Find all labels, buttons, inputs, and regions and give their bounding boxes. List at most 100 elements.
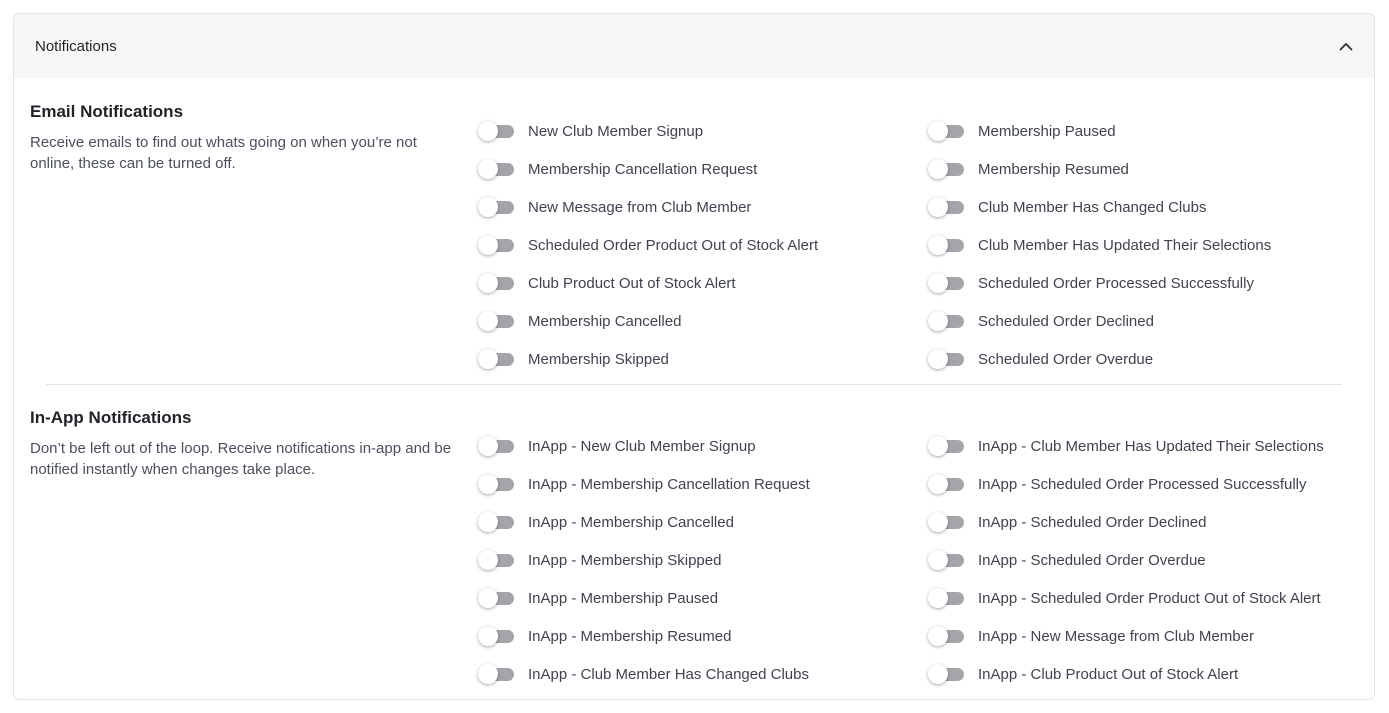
notification-toggle-row[interactable]: InApp - Club Member Has Changed Clubs — [478, 655, 928, 693]
toggle-label: Club Member Has Updated Their Selections — [978, 236, 1272, 254]
email-section-description: Receive emails to find out whats going o… — [30, 134, 417, 172]
toggle-label: InApp - Membership Paused — [528, 589, 719, 607]
notification-toggle-row[interactable]: Membership Cancellation Request — [478, 150, 928, 188]
notification-toggle-row[interactable]: Club Member Has Changed Clubs — [928, 188, 1374, 226]
panel-title: Notifications — [35, 37, 117, 55]
toggle-knob — [928, 197, 948, 217]
email-section-title: Email Notifications — [30, 102, 184, 121]
toggle-switch[interactable] — [478, 588, 516, 608]
toggle-switch[interactable] — [928, 474, 966, 494]
notification-toggle-row[interactable]: New Message from Club Member — [478, 188, 928, 226]
email-toggle-column-right: Membership Paused Membership Resumed Club … — [928, 78, 1374, 384]
notification-toggle-row[interactable]: New Club Member Signup — [478, 112, 928, 150]
toggle-knob — [478, 311, 498, 331]
toggle-switch[interactable] — [478, 121, 516, 141]
toggle-knob — [928, 626, 948, 646]
toggle-knob — [478, 436, 498, 456]
inapp-section-title: In-App Notifications — [30, 408, 192, 427]
notification-toggle-row[interactable]: Membership Paused — [928, 112, 1374, 150]
notification-toggle-row[interactable]: Membership Resumed — [928, 150, 1374, 188]
toggle-switch[interactable] — [478, 474, 516, 494]
notification-toggle-row[interactable]: Scheduled Order Product Out of Stock Ale… — [478, 226, 928, 264]
notification-toggle-row[interactable]: Club Product Out of Stock Alert — [478, 264, 928, 302]
toggle-switch[interactable] — [478, 436, 516, 456]
toggle-switch[interactable] — [478, 626, 516, 646]
notification-toggle-row[interactable]: InApp - New Message from Club Member — [928, 617, 1374, 655]
notification-toggle-row[interactable]: InApp - Scheduled Order Declined — [928, 503, 1374, 541]
notification-toggle-row[interactable]: Membership Cancelled — [478, 302, 928, 340]
toggle-label: Membership Resumed — [978, 160, 1129, 178]
toggle-label: InApp - Scheduled Order Processed Succes… — [978, 475, 1307, 493]
toggle-switch[interactable] — [478, 550, 516, 570]
toggle-switch[interactable] — [478, 664, 516, 684]
toggle-switch[interactable] — [928, 273, 966, 293]
toggle-switch[interactable] — [928, 159, 966, 179]
toggle-label: InApp - Membership Cancellation Request — [528, 475, 810, 493]
notification-toggle-row[interactable]: InApp - Scheduled Order Processed Succes… — [928, 465, 1374, 503]
toggle-label: InApp - Membership Skipped — [528, 551, 722, 569]
notification-toggle-row[interactable]: InApp - Scheduled Order Overdue — [928, 541, 1374, 579]
inapp-toggle-column-right: InApp - Club Member Has Updated Their Se… — [928, 384, 1374, 698]
toggle-label: InApp - Club Product Out of Stock Alert — [978, 665, 1239, 683]
toggle-switch[interactable] — [928, 436, 966, 456]
toggle-switch[interactable] — [478, 235, 516, 255]
notification-toggle-row[interactable]: InApp - Scheduled Order Product Out of S… — [928, 579, 1374, 617]
toggle-label: InApp - Club Member Has Changed Clubs — [528, 665, 809, 683]
inapp-section-description: Don’t be left out of the loop. Receive n… — [30, 440, 452, 478]
notification-toggle-row[interactable]: Scheduled Order Declined — [928, 302, 1374, 340]
toggle-label: Membership Cancelled — [528, 312, 682, 330]
notification-toggle-row[interactable]: InApp - Membership Cancellation Request — [478, 465, 928, 503]
toggle-knob — [928, 273, 948, 293]
toggle-knob — [478, 273, 498, 293]
toggle-switch[interactable] — [928, 588, 966, 608]
notification-toggle-row[interactable]: InApp - Membership Paused — [478, 579, 928, 617]
toggle-switch[interactable] — [478, 311, 516, 331]
notification-toggle-row[interactable]: Scheduled Order Processed Successfully — [928, 264, 1374, 302]
notifications-panel: Notifications Email Notifications Receiv… — [13, 13, 1375, 700]
notification-toggle-row[interactable]: InApp - Membership Cancelled — [478, 503, 928, 541]
toggle-switch[interactable] — [478, 349, 516, 369]
notification-toggle-row[interactable]: InApp - Membership Resumed — [478, 617, 928, 655]
toggle-switch[interactable] — [928, 664, 966, 684]
toggle-knob — [928, 311, 948, 331]
panel-header[interactable]: Notifications — [14, 14, 1374, 78]
toggle-knob — [928, 588, 948, 608]
email-notifications-section: Email Notifications Receive emails to fi… — [14, 78, 1374, 384]
section-divider — [46, 384, 1342, 385]
notification-toggle-row[interactable]: InApp - Club Member Has Updated Their Se… — [928, 427, 1374, 465]
toggle-switch[interactable] — [928, 550, 966, 570]
toggle-knob — [478, 550, 498, 570]
toggle-switch[interactable] — [928, 512, 966, 532]
email-section-description-block: Email Notifications Receive emails to fi… — [14, 78, 460, 384]
toggle-switch[interactable] — [928, 311, 966, 331]
toggle-switch[interactable] — [478, 273, 516, 293]
toggle-label: InApp - New Club Member Signup — [528, 437, 756, 455]
chevron-up-icon[interactable] — [1338, 38, 1354, 54]
notification-toggle-row[interactable]: Scheduled Order Overdue — [928, 340, 1374, 378]
toggle-knob — [928, 235, 948, 255]
toggle-switch[interactable] — [928, 349, 966, 369]
toggle-knob — [478, 512, 498, 532]
toggle-knob — [928, 512, 948, 532]
notification-toggle-row[interactable]: Club Member Has Updated Their Selections — [928, 226, 1374, 264]
notification-toggle-row[interactable]: InApp - New Club Member Signup — [478, 427, 928, 465]
toggle-switch[interactable] — [928, 235, 966, 255]
toggle-label: InApp - Membership Resumed — [528, 627, 732, 645]
toggle-switch[interactable] — [928, 121, 966, 141]
toggle-label: InApp - Club Member Has Updated Their Se… — [978, 437, 1324, 455]
toggle-switch[interactable] — [928, 626, 966, 646]
toggle-knob — [928, 349, 948, 369]
toggle-label: Scheduled Order Processed Successfully — [978, 274, 1254, 292]
notification-toggle-row[interactable]: InApp - Membership Skipped — [478, 541, 928, 579]
toggle-switch[interactable] — [928, 197, 966, 217]
notification-toggle-row[interactable]: InApp - Club Product Out of Stock Alert — [928, 655, 1374, 693]
notification-toggle-row[interactable]: Membership Skipped — [478, 340, 928, 378]
toggle-switch[interactable] — [478, 197, 516, 217]
inapp-toggle-column-left: InApp - New Club Member Signup InApp - Me… — [478, 384, 928, 698]
email-toggle-column-left: New Club Member Signup Membership Cancell… — [478, 78, 928, 384]
toggle-label: InApp - Membership Cancelled — [528, 513, 734, 531]
toggle-switch[interactable] — [478, 159, 516, 179]
toggle-knob — [928, 664, 948, 684]
toggle-knob — [928, 159, 948, 179]
toggle-switch[interactable] — [478, 512, 516, 532]
